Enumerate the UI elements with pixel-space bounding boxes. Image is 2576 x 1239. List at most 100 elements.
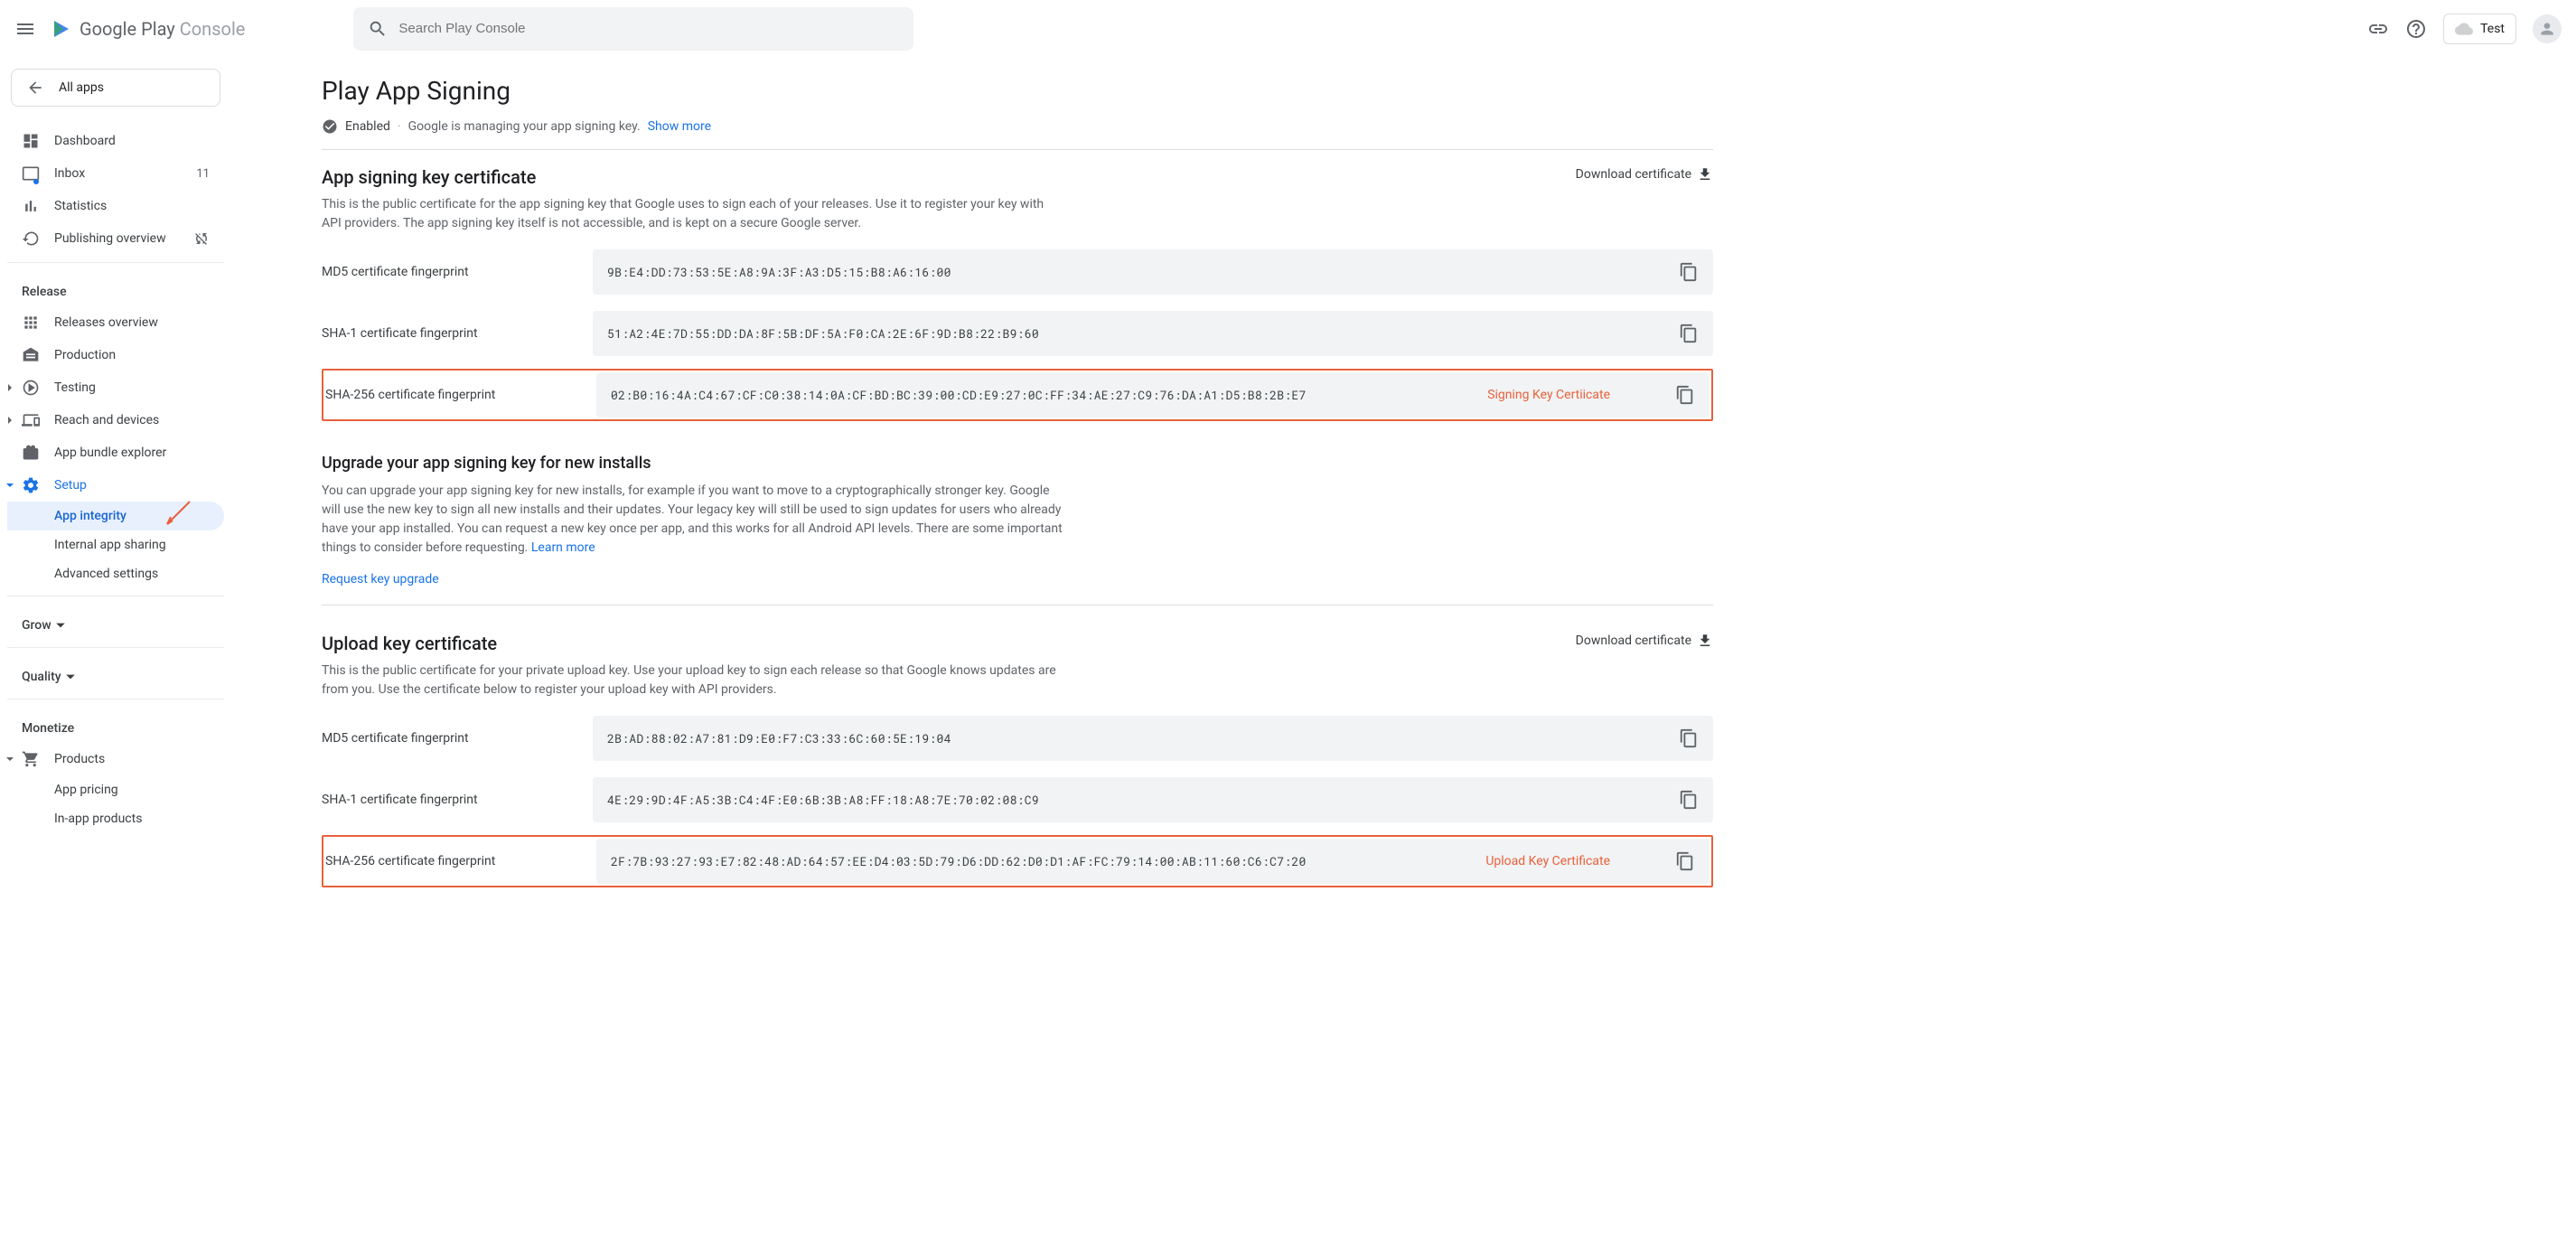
fp-label: SHA-1 certificate fingerprint	[322, 326, 593, 341]
fp-value: 4E:29:9D:4F:A5:3B:C4:4F:E0:6B:3B:A8:FF:1…	[607, 792, 1679, 808]
signing-desc: This is the public certificate for the a…	[322, 195, 1063, 233]
sidebar-item-dashboard[interactable]: Dashboard	[7, 125, 224, 157]
sidebar-item-label: Releases overview	[54, 315, 210, 330]
separator: ·	[398, 119, 401, 134]
production-icon	[22, 346, 40, 364]
sidebar-item-label: Publishing overview	[54, 231, 193, 246]
sidebar-item-label: Inbox	[54, 166, 196, 181]
fp-value: 51:A2:4E:7D:55:DD:DA:8F:5B:DF:5A:F0:CA:2…	[607, 325, 1679, 342]
main-content: Play App Signing Enabled · Google is man…	[231, 58, 1749, 924]
sync-off-icon	[193, 230, 210, 247]
statistics-icon	[22, 197, 40, 215]
sidebar-item-inbox[interactable]: Inbox 11	[7, 157, 224, 190]
sidebar-item-label: Testing	[54, 380, 210, 395]
status-row: Enabled · Google is managing your app si…	[322, 118, 1713, 150]
search-input[interactable]	[398, 21, 899, 36]
download-upload-cert[interactable]: Download certificate	[1576, 633, 1713, 649]
sidebar-item-statistics[interactable]: Statistics	[7, 190, 224, 222]
sidebar-item-products[interactable]: Products	[7, 743, 224, 775]
play-logo-icon	[51, 18, 72, 40]
copy-icon[interactable]	[1675, 385, 1695, 405]
fp-value: 9B:E4:DD:73:53:5E:A8:9A:3F:A3:D5:15:B8:A…	[607, 264, 1679, 280]
fp-label: SHA-1 certificate fingerprint	[322, 793, 593, 807]
sidebar-item-label: Production	[54, 348, 210, 362]
back-arrow-icon	[26, 79, 44, 97]
copy-icon[interactable]	[1679, 324, 1699, 343]
request-key-upgrade-link[interactable]: Request key upgrade	[322, 572, 439, 587]
sidebar-item-internal-sharing[interactable]: Internal app sharing	[7, 530, 224, 559]
upload-sha256-row: SHA-256 certificate fingerprint 2F:7B:93…	[325, 839, 1710, 884]
upgrade-title: Upgrade your app signing key for new ins…	[322, 454, 1713, 473]
sidebar-item-label: Statistics	[54, 199, 210, 213]
upload-desc: This is the public certificate for your …	[322, 662, 1063, 699]
products-icon	[22, 750, 40, 768]
sidebar-item-label: In-app products	[54, 812, 210, 826]
sidebar-item-bundle[interactable]: App bundle explorer	[7, 436, 224, 469]
chevron-down-icon	[55, 620, 66, 631]
download-signing-cert[interactable]: Download certificate	[1576, 166, 1713, 183]
fp-value: 2B:AD:88:02:A7:81:D9:E0:F7:C3:33:6C:60:5…	[607, 730, 1679, 746]
sidebar-item-app-integrity[interactable]: App integrity	[7, 502, 224, 530]
signing-md5-row: MD5 certificate fingerprint 9B:E4:DD:73:…	[322, 249, 1713, 295]
copy-icon[interactable]	[1679, 728, 1699, 748]
upload-sha256-highlight: SHA-256 certificate fingerprint 2F:7B:93…	[322, 835, 1713, 887]
upload-sha1-row: SHA-1 certificate fingerprint 4E:29:9D:4…	[322, 777, 1713, 822]
sidebar-item-publishing[interactable]: Publishing overview	[7, 222, 224, 255]
signing-annotation: Signing Key Certiicate	[1487, 388, 1610, 402]
monetize-section-title: Monetize	[7, 707, 224, 743]
dashboard-icon	[22, 132, 40, 150]
sidebar-item-production[interactable]: Production	[7, 339, 224, 371]
upload-section-title: Upload key certificate	[322, 633, 497, 654]
upgrade-desc: You can upgrade your app signing key for…	[322, 482, 1063, 558]
signing-sha1-row: SHA-1 certificate fingerprint 51:A2:4E:7…	[322, 311, 1713, 356]
release-section-title: Release	[7, 270, 224, 306]
signing-section-title: App signing key certificate	[322, 166, 536, 188]
logo[interactable]: Google Play Console	[51, 18, 245, 40]
help-icon[interactable]	[2405, 18, 2427, 40]
header: Google Play Console Test	[0, 0, 2576, 58]
developer-name: Test	[2480, 22, 2505, 36]
signing-sha256-highlight: SHA-256 certificate fingerprint 02:B0:16…	[322, 369, 1713, 421]
fp-label: MD5 certificate fingerprint	[322, 265, 593, 279]
sidebar-item-releases-overview[interactable]: Releases overview	[7, 306, 224, 339]
sidebar-item-label: App pricing	[54, 783, 210, 797]
chevron-down-icon	[65, 671, 76, 682]
copy-icon[interactable]	[1675, 851, 1695, 871]
testing-icon	[22, 379, 40, 397]
all-apps-button[interactable]: All apps	[11, 69, 220, 107]
bundle-icon	[22, 444, 40, 462]
learn-more-link[interactable]: Learn more	[531, 540, 595, 555]
sidebar-item-label: App integrity	[54, 509, 210, 523]
fp-label: MD5 certificate fingerprint	[322, 731, 593, 746]
copy-icon[interactable]	[1679, 790, 1699, 810]
avatar[interactable]	[2533, 14, 2562, 43]
releases-icon	[22, 314, 40, 332]
sidebar-item-label: Reach and devices	[54, 413, 210, 427]
sidebar-item-app-pricing[interactable]: App pricing	[7, 775, 224, 804]
sidebar-item-advanced[interactable]: Advanced settings	[7, 559, 224, 588]
sidebar-item-inapp[interactable]: In-app products	[7, 804, 224, 833]
grow-section-title[interactable]: Grow	[7, 604, 224, 640]
menu-icon[interactable]	[14, 18, 36, 40]
copy-icon[interactable]	[1679, 262, 1699, 282]
developer-chip[interactable]: Test	[2443, 14, 2516, 44]
link-icon[interactable]	[2367, 18, 2389, 40]
upload-md5-row: MD5 certificate fingerprint 2B:AD:88:02:…	[322, 716, 1713, 761]
publishing-icon	[22, 230, 40, 248]
search-box[interactable]	[353, 7, 913, 51]
show-more-link[interactable]: Show more	[648, 119, 711, 134]
quality-section-title[interactable]: Quality	[7, 655, 224, 691]
all-apps-label: All apps	[59, 80, 104, 95]
upload-annotation: Upload Key Certificate	[1485, 854, 1610, 868]
sidebar-item-setup[interactable]: Setup	[7, 469, 224, 502]
sidebar-item-reach[interactable]: Reach and devices	[7, 404, 224, 436]
notification-dot	[33, 179, 39, 184]
logo-text: Google Play Console	[80, 18, 245, 40]
chevron-down-icon	[5, 481, 14, 490]
inbox-badge: 11	[196, 167, 210, 181]
sidebar-item-testing[interactable]: Testing	[7, 371, 224, 404]
chevron-right-icon	[5, 383, 14, 392]
sidebar: All apps Dashboard Inbox 11 Statistics P…	[0, 58, 231, 924]
setup-icon	[22, 476, 40, 494]
sidebar-item-label: Advanced settings	[54, 567, 210, 581]
